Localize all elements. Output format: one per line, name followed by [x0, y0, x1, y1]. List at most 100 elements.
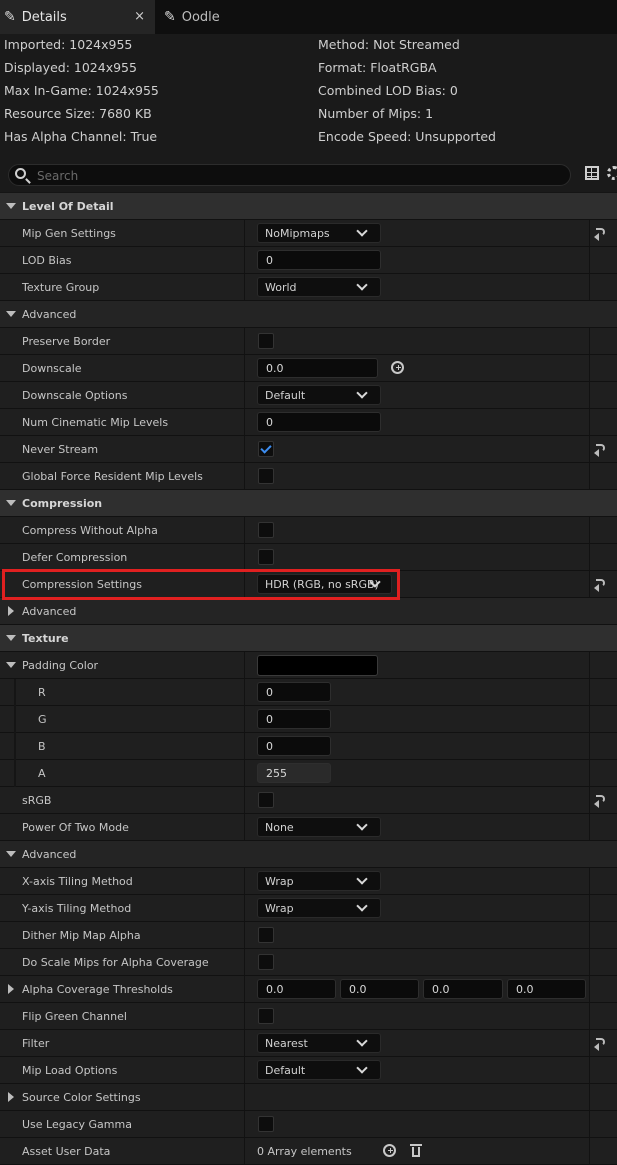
row-mip-gen-settings: Mip Gen Settings NoMipmaps — [0, 220, 617, 247]
property-label: Asset User Data — [22, 1145, 111, 1158]
padding-r-field[interactable]: 0 — [257, 682, 331, 702]
details-property-list: Level Of Detail Mip Gen Settings NoMipma… — [0, 193, 617, 1165]
alpha-coverage-w-field[interactable]: 0.0 — [507, 979, 586, 999]
y-axis-tiling-dropdown[interactable]: Wrap — [257, 898, 381, 918]
expand-arrow-icon[interactable] — [8, 606, 14, 616]
x-axis-tiling-dropdown[interactable]: Wrap — [257, 871, 381, 891]
expand-arrow-icon[interactable] — [6, 851, 16, 857]
category-texture[interactable]: Texture — [0, 625, 617, 652]
row-padding-color: Padding Color — [0, 652, 617, 679]
pencil-icon: ✎ — [4, 9, 16, 25]
info-displayed: Displayed: 1024x955 — [4, 60, 137, 75]
property-label: X-axis Tiling Method — [22, 875, 133, 888]
info-resource-size: Resource Size: 7680 KB — [4, 106, 152, 121]
texture-info-panel: Imported: 1024x955 Displayed: 1024x955 M… — [0, 34, 617, 158]
row-num-cinematic-mip-levels: Num Cinematic Mip Levels 0 — [0, 409, 617, 436]
expand-arrow-icon[interactable] — [6, 635, 16, 641]
num-cinematic-mip-levels-field[interactable]: 0 — [257, 412, 381, 432]
chevron-down-icon — [356, 225, 368, 237]
lod-bias-field[interactable]: 0 — [257, 250, 381, 270]
chevron-down-icon — [356, 1035, 368, 1047]
mip-load-options-dropdown[interactable]: Default — [257, 1060, 381, 1080]
property-label: Use Legacy Gamma — [22, 1118, 132, 1131]
info-num-mips: Number of Mips: 1 — [318, 106, 434, 121]
dither-mip-map-alpha-checkbox[interactable] — [258, 927, 274, 943]
category-label: Texture — [22, 632, 69, 645]
expand-arrow-icon[interactable] — [8, 1092, 14, 1102]
texture-group-dropdown[interactable]: World — [257, 277, 381, 297]
trash-icon[interactable] — [410, 1144, 422, 1157]
property-label: Num Cinematic Mip Levels — [22, 416, 169, 429]
row-defer-compression: Defer Compression — [0, 544, 617, 571]
alpha-coverage-x-field[interactable]: 0.0 — [257, 979, 336, 999]
padding-a-field[interactable]: 255 — [257, 763, 331, 783]
downscale-options-dropdown[interactable]: Default — [257, 385, 381, 405]
subcategory-advanced-texture[interactable]: Advanced — [0, 841, 617, 868]
padding-g-field[interactable]: 0 — [257, 709, 331, 729]
downscale-field[interactable]: 0.0 — [257, 358, 378, 378]
dropdown-value: Default — [265, 389, 306, 402]
info-encode-speed: Encode Speed: Unsupported — [318, 129, 496, 144]
power-of-two-mode-dropdown[interactable]: None — [257, 817, 381, 837]
property-label: Filter — [22, 1037, 50, 1050]
property-label: Mip Load Options — [22, 1064, 118, 1077]
preserve-border-checkbox[interactable] — [258, 333, 274, 349]
chevron-down-icon — [356, 819, 368, 831]
defer-compression-checkbox[interactable] — [258, 549, 274, 565]
dropdown-value: Nearest — [265, 1037, 308, 1050]
do-scale-mips-checkbox[interactable] — [258, 954, 274, 970]
subcategory-advanced-compression[interactable]: Advanced — [0, 598, 617, 625]
mip-gen-settings-dropdown[interactable]: NoMipmaps — [257, 223, 381, 243]
tab-details-label: Details — [21, 9, 67, 25]
expand-arrow-icon[interactable] — [6, 311, 16, 317]
gear-icon[interactable] — [607, 166, 617, 180]
alpha-coverage-z-field[interactable]: 0.0 — [423, 979, 503, 999]
tab-oodle[interactable]: ✎ Oodle — [160, 0, 220, 34]
search-input[interactable] — [35, 167, 539, 185]
close-icon[interactable]: × — [134, 9, 145, 24]
info-combined-lod: Combined LOD Bias: 0 — [318, 83, 458, 98]
add-icon[interactable] — [391, 361, 404, 374]
property-label: Padding Color — [22, 659, 99, 672]
expand-arrow-icon[interactable] — [6, 500, 16, 506]
reset-to-default-icon[interactable] — [594, 577, 606, 592]
padding-color-swatch[interactable] — [257, 655, 378, 676]
expand-arrow-icon[interactable] — [6, 203, 16, 209]
add-element-icon[interactable] — [383, 1144, 396, 1157]
property-label: Compress Without Alpha — [22, 524, 158, 537]
global-force-resident-checkbox[interactable] — [258, 468, 274, 484]
compress-without-alpha-checkbox[interactable] — [258, 522, 274, 538]
row-global-force-resident-mip-levels: Global Force Resident Mip Levels — [0, 463, 617, 490]
category-label: Compression — [22, 497, 103, 510]
search-box[interactable] — [8, 164, 571, 186]
expand-arrow-icon[interactable] — [6, 662, 16, 668]
reset-to-default-icon[interactable] — [594, 793, 606, 808]
srgb-checkbox[interactable] — [258, 792, 274, 808]
use-legacy-gamma-checkbox[interactable] — [258, 1116, 274, 1132]
property-label: Flip Green Channel — [22, 1010, 127, 1023]
property-label: Mip Gen Settings — [22, 227, 116, 240]
row-padding-r: R 0 — [0, 679, 617, 706]
row-y-axis-tiling: Y-axis Tiling Method Wrap — [0, 895, 617, 922]
table-view-icon[interactable] — [585, 166, 599, 180]
row-compress-without-alpha: Compress Without Alpha — [0, 517, 617, 544]
padding-b-field[interactable]: 0 — [257, 736, 331, 756]
category-level-of-detail[interactable]: Level Of Detail — [0, 193, 617, 220]
reset-to-default-icon[interactable] — [594, 226, 606, 241]
flip-green-channel-checkbox[interactable] — [258, 1008, 274, 1024]
filter-dropdown[interactable]: Nearest — [257, 1033, 381, 1053]
reset-to-default-icon[interactable] — [594, 1036, 606, 1051]
row-x-axis-tiling: X-axis Tiling Method Wrap — [0, 868, 617, 895]
chevron-down-icon — [356, 279, 368, 291]
category-compression[interactable]: Compression — [0, 490, 617, 517]
chevron-down-icon — [356, 387, 368, 399]
expand-arrow-icon[interactable] — [8, 984, 14, 994]
alpha-coverage-y-field[interactable]: 0.0 — [340, 979, 419, 999]
tab-details[interactable]: ✎ Details × — [0, 0, 155, 34]
row-texture-group: Texture Group World — [0, 274, 617, 301]
reset-to-default-icon[interactable] — [594, 442, 606, 457]
property-label: Global Force Resident Mip Levels — [22, 470, 203, 483]
never-stream-checkbox[interactable] — [258, 441, 274, 457]
subcategory-advanced-lod[interactable]: Advanced — [0, 301, 617, 328]
row-srgb: sRGB — [0, 787, 617, 814]
